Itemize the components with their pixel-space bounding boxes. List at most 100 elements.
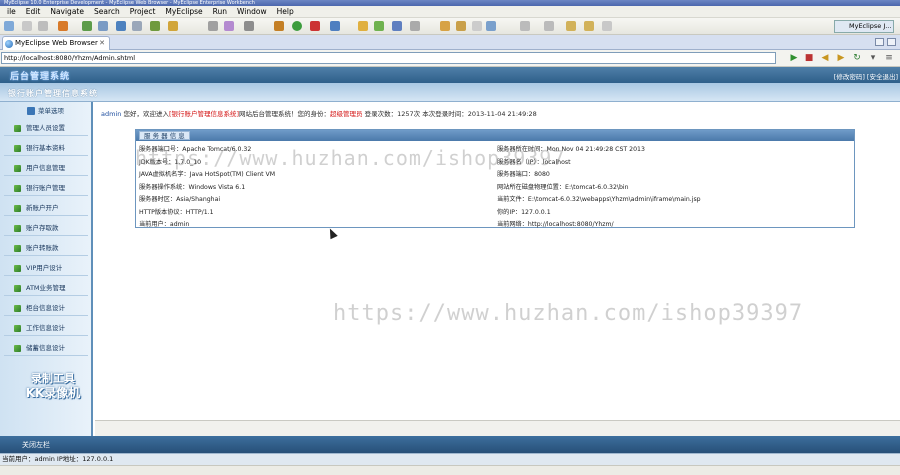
folder-icon	[14, 285, 21, 292]
menu-help[interactable]: Help	[272, 6, 299, 18]
horizontal-scrollbar[interactable]	[95, 420, 900, 436]
menu-edit[interactable]: Edit	[21, 6, 46, 18]
report-icon[interactable]	[150, 21, 160, 31]
folder-icon	[14, 145, 21, 152]
server-icon[interactable]	[98, 21, 108, 31]
menu-myeclipse[interactable]: MyEclipse	[160, 6, 207, 18]
sidebar-item-users[interactable]: 用户信息管理	[4, 161, 88, 176]
browser-icon[interactable]	[116, 21, 126, 31]
pencil-icon[interactable]	[456, 21, 466, 31]
more-icon[interactable]: ≡	[884, 53, 894, 63]
recorder-watermark: 录制工具 KK录像机	[18, 372, 88, 400]
sidebar-item-atm[interactable]: ATM业务管理	[4, 281, 88, 296]
go-icon[interactable]: ▶	[789, 53, 799, 63]
back-icon[interactable]	[566, 21, 576, 31]
menu-search[interactable]: Search	[89, 6, 125, 18]
server-info-right: 服务器所在时间：Mon Nov 04 21:49:28 CST 2013 服务器…	[497, 144, 852, 232]
settings-icon[interactable]	[410, 21, 420, 31]
sidebar-item-transfer[interactable]: 账户转账款	[4, 241, 88, 256]
info-row: 服务器时区：Asia/Shanghai	[139, 196, 221, 203]
globe-icon	[5, 40, 13, 48]
perspective-label: MyEclipse J...	[849, 22, 892, 30]
welcome-user: admin	[101, 110, 122, 118]
folder-icon	[14, 185, 21, 192]
sidebar-header: 菜单选项	[0, 104, 91, 118]
back-arrow-icon[interactable]: ◀	[820, 53, 830, 63]
sidebar-item-open-account[interactable]: 新账户开户	[4, 201, 88, 216]
menu-icon[interactable]: ▾	[868, 53, 878, 63]
info-row: HTTP版本协议：HTTP/1.1	[139, 208, 214, 216]
task-icon[interactable]	[472, 21, 482, 31]
sidebar-item-admin[interactable]: 管理人员设置	[4, 121, 88, 136]
annotation-icon[interactable]	[520, 21, 530, 31]
account-links[interactable]: [修改密码] [安全退出]	[834, 71, 898, 81]
sidebar-item-counter[interactable]: 柜台信息设计	[4, 301, 88, 316]
info-row: 当前文件：E:\tomcat-6.0.32\webapps\Yhzm\admin…	[497, 196, 701, 203]
welcome-role: 超级管理员	[330, 110, 363, 118]
web-project-icon[interactable]	[392, 21, 402, 31]
watermark-line2: KK录像机	[25, 386, 81, 400]
deploy-icon[interactable]	[82, 21, 92, 31]
sidebar-item-label: 账户转账款	[26, 244, 59, 252]
save-icon[interactable]	[22, 21, 32, 31]
sidebar-item-accounts[interactable]: 银行账户管理	[4, 181, 88, 196]
status-bar: 当前用户：admin IP地址：127.0.0.1	[0, 453, 900, 465]
close-sidebar-link[interactable]: 关闭左栏	[22, 440, 50, 450]
sidebar-item-work[interactable]: 工作信息设计	[4, 321, 88, 336]
tools-icon[interactable]	[168, 21, 178, 31]
menu-run[interactable]: Run	[208, 6, 232, 18]
url-input[interactable]	[1, 52, 776, 64]
server-info-title: 服 务 器 信 息	[139, 131, 190, 140]
editor-tab-bar: MyEclipse Web Browser ✕	[0, 35, 900, 50]
server-info-panel: 服 务 器 信 息 服务器端口号：Apache Tomcat/6.0.32 JD…	[135, 129, 855, 228]
browser-address-bar: ▶ ■ ◀ ▶ ↻ ▾ ≡	[0, 50, 900, 67]
sidebar-item-savings[interactable]: 储蓄信息设计	[4, 341, 88, 356]
welcome-text2: 网站后台管理系统！您的身份：	[239, 110, 331, 118]
info-row: 当前网络：http://localhost:8080/Yhzm/	[497, 221, 614, 228]
tab-web-browser[interactable]: MyEclipse Web Browser ✕	[2, 36, 110, 50]
view-window-controls	[875, 38, 896, 46]
sidebar-item-vip[interactable]: VIP用户设计	[4, 261, 88, 276]
history-icon[interactable]	[602, 21, 612, 31]
db-icon[interactable]	[132, 21, 142, 31]
package-icon[interactable]	[330, 21, 340, 31]
folder-icon	[14, 125, 21, 132]
maximize-icon[interactable]	[887, 38, 896, 46]
menu-file[interactable]: ile	[2, 6, 21, 18]
debug-icon[interactable]	[274, 21, 284, 31]
minimize-icon[interactable]	[875, 38, 884, 46]
sidebar-item-deposit[interactable]: 账户存取款	[4, 221, 88, 236]
last-edit-icon[interactable]	[544, 21, 554, 31]
app-header: 后台管理系统 [修改密码] [安全退出]	[0, 67, 900, 83]
forward-icon[interactable]	[584, 21, 594, 31]
perspective-switcher[interactable]: MyEclipse J...	[834, 20, 894, 33]
external-tools-icon[interactable]	[310, 21, 320, 31]
new-icon[interactable]	[4, 21, 14, 31]
welcome-system-name: [银行账户管理信息系统]	[168, 110, 240, 118]
watermark-line1: 录制工具	[31, 372, 75, 385]
menu-project[interactable]: Project	[125, 6, 161, 18]
folder-icon	[14, 225, 21, 232]
server-info-header: 服 务 器 信 息	[136, 130, 854, 141]
refresh-icon[interactable]: ↻	[852, 53, 862, 63]
class-icon[interactable]	[374, 21, 384, 31]
menu-navigate[interactable]: Navigate	[45, 6, 89, 18]
bookmark-icon[interactable]	[486, 21, 496, 31]
print-icon[interactable]	[58, 21, 68, 31]
folder-icon[interactable]	[358, 21, 368, 31]
app-footer: 关闭左栏	[0, 436, 900, 453]
close-icon[interactable]: ✕	[99, 37, 105, 50]
console-icon[interactable]	[244, 21, 254, 31]
sidebar-item-bank-info[interactable]: 银行基本资料	[4, 141, 88, 156]
sidebar-item-label: ATM业务管理	[26, 284, 66, 292]
save-all-icon[interactable]	[38, 21, 48, 31]
search-icon[interactable]	[224, 21, 234, 31]
forward-arrow-icon[interactable]: ▶	[836, 53, 846, 63]
app-logo: 后台管理系统	[10, 72, 71, 82]
open-folder-icon[interactable]	[440, 21, 450, 31]
run-icon[interactable]	[292, 21, 302, 31]
info-row: 你的IP：127.0.0.1	[497, 208, 551, 216]
open-type-icon[interactable]	[208, 21, 218, 31]
menu-window[interactable]: Window	[232, 6, 272, 18]
stop-icon[interactable]: ■	[804, 53, 814, 63]
